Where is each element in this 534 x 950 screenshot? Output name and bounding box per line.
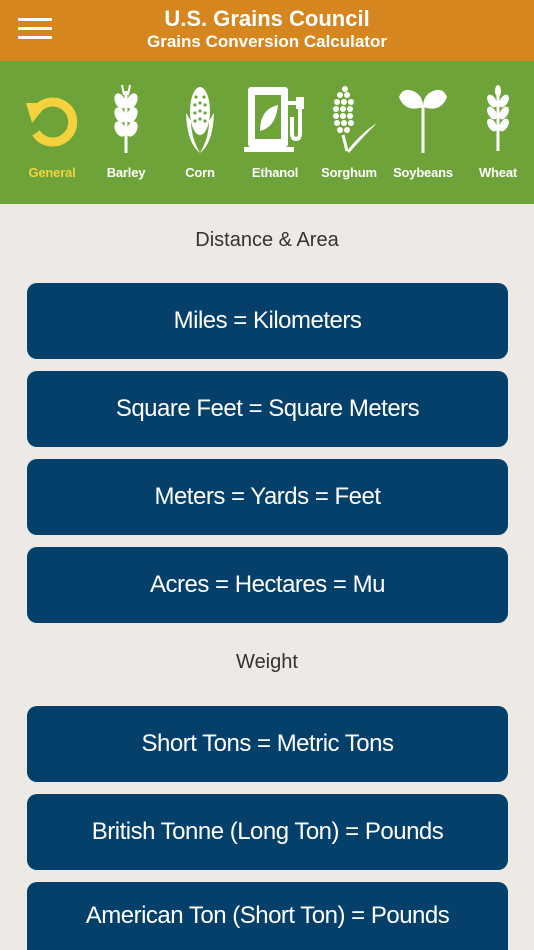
nav-item-sorghum[interactable]: Sorghum — [318, 61, 380, 204]
wheat-icon — [472, 83, 524, 163]
nav-item-barley[interactable]: Barley — [100, 61, 152, 204]
fuel-pump-icon — [240, 83, 310, 163]
nav-label-soybeans: Soybeans — [393, 165, 453, 180]
category-nav: General Barley Corn Ethanol Sorghum Soyb… — [0, 61, 534, 204]
refresh-arrow-icon — [20, 83, 84, 163]
corn-icon — [176, 83, 224, 163]
american-ton-pounds-button[interactable]: American Ton (Short Ton) = Pounds — [27, 882, 508, 950]
app-header: U.S. Grains Council Grains Conversion Ca… — [0, 0, 534, 61]
nav-item-corn[interactable]: Corn — [176, 61, 224, 204]
soybean-sprout-icon — [392, 83, 454, 163]
short-metric-tons-button[interactable]: Short Tons = Metric Tons — [27, 706, 508, 782]
nav-item-wheat[interactable]: Wheat — [472, 61, 524, 204]
nav-label-ethanol: Ethanol — [251, 165, 299, 180]
sorghum-icon — [318, 83, 380, 163]
nav-label-barley: Barley — [106, 165, 146, 180]
miles-kilometers-button[interactable]: Miles = Kilometers — [27, 283, 508, 359]
nav-item-general[interactable]: General — [20, 61, 84, 204]
section-title-distance-area: Distance & Area — [195, 229, 339, 251]
square-feet-meters-button[interactable]: Square Feet = Square Meters — [27, 371, 508, 447]
nav-label-sorghum: Sorghum — [321, 165, 377, 180]
app-subtitle: Grains Conversion Calculator — [147, 32, 387, 51]
app-title: U.S. Grains Council — [164, 6, 370, 31]
barley-icon — [100, 83, 152, 163]
meters-yards-feet-button[interactable]: Meters = Yards = Feet — [27, 459, 508, 535]
nav-item-ethanol[interactable]: Ethanol — [240, 61, 310, 204]
nav-label-general: General — [28, 165, 76, 180]
acres-hectares-mu-button[interactable]: Acres = Hectares = Mu — [27, 547, 508, 623]
nav-label-corn: Corn — [185, 165, 215, 180]
nav-label-wheat: Wheat — [478, 165, 517, 180]
british-tonne-pounds-button[interactable]: British Tonne (Long Ton) = Pounds — [27, 794, 508, 870]
section-title-weight: Weight — [236, 651, 298, 673]
nav-item-soybeans[interactable]: Soybeans — [392, 61, 454, 204]
